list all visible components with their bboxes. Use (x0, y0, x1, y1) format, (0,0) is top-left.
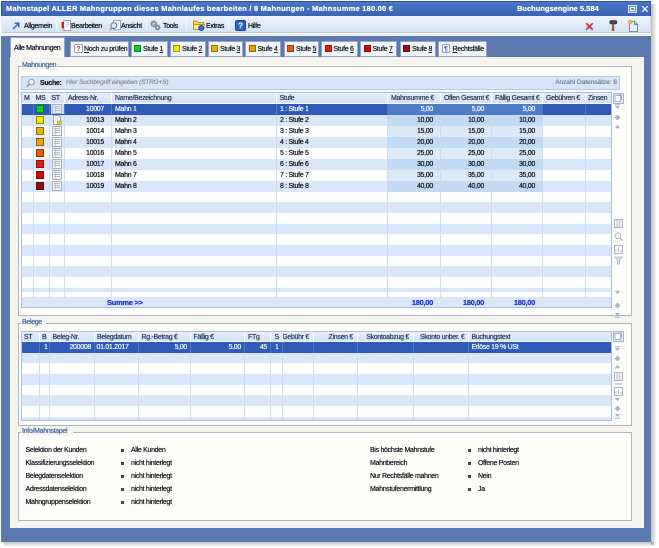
svg-text:¶: ¶ (444, 46, 448, 53)
svg-text:?: ? (238, 20, 243, 30)
svg-text:?: ? (76, 46, 80, 53)
